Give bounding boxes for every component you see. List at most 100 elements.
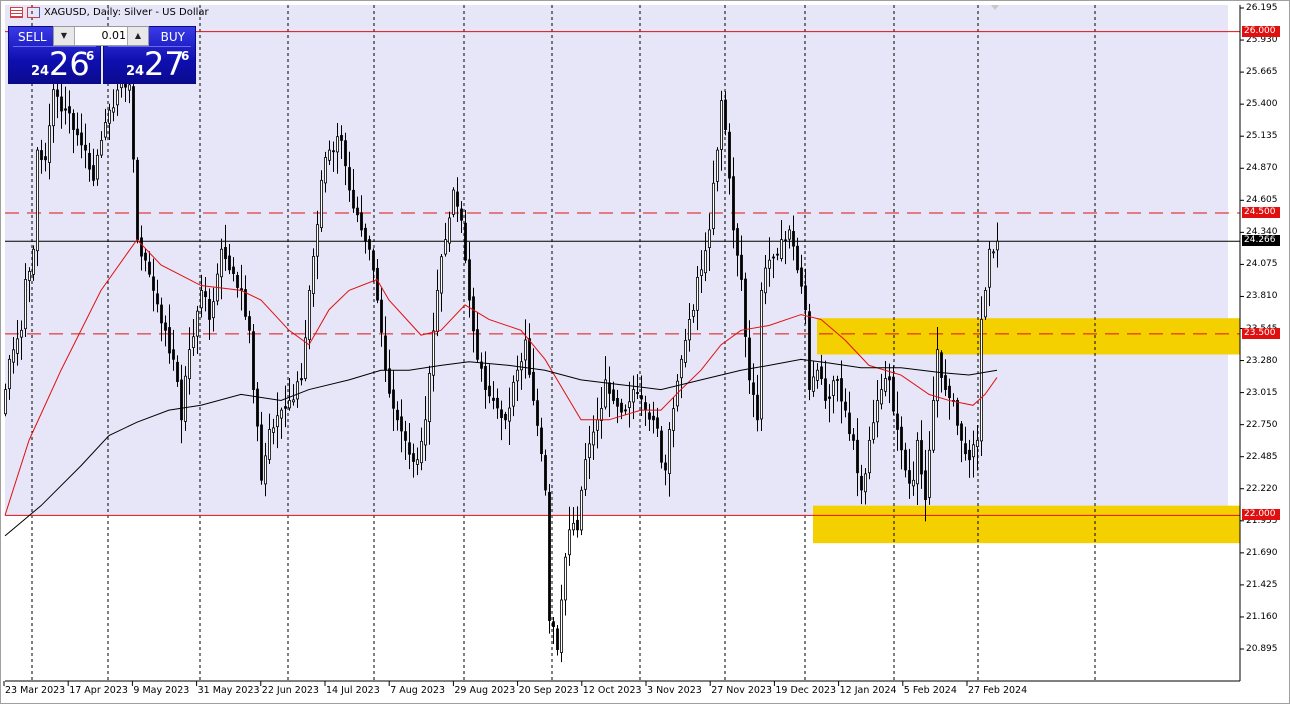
price-tick-label: 21.425 [1246,579,1278,590]
candle-body [532,371,535,401]
candle-body [608,382,611,394]
candle-body [336,136,339,153]
candle-body [376,267,379,301]
candle-body [672,408,675,431]
candle-body [720,100,723,150]
candle-body [80,132,83,146]
time-tick-label: 3 Nov 2023 [647,685,702,696]
candle-body [832,380,835,396]
candle-body [596,419,599,431]
candle-body [456,191,459,207]
candle-body [744,278,747,337]
candle-body [344,140,347,167]
candle-body [432,330,435,376]
candle-body [660,430,663,463]
candle-body [228,255,231,271]
lot-decrease-icon[interactable]: ▼ [54,27,75,45]
price-tick-label: 24.605 [1246,195,1278,206]
price-level-label: 22.000 [1242,509,1280,521]
candle [544,449,547,496]
candle-body [808,311,811,390]
candle-body [436,289,439,333]
candle-body [760,289,763,420]
candle-body [708,229,711,248]
candle-body [820,366,823,380]
candle-body [48,125,51,163]
candle-body [892,376,895,412]
candle-body [704,250,707,274]
candle-body [32,248,35,275]
candle-body [580,489,583,531]
chart-list-icon[interactable] [10,7,23,18]
candle-body [788,229,791,240]
candle-body [816,369,819,381]
candle-body [244,289,247,317]
candle [548,483,551,634]
candle-body [916,439,919,485]
candle-body [84,144,87,151]
lot-increase-icon[interactable]: ▲ [127,27,148,45]
candle-body [116,89,119,106]
candle-body [540,427,543,455]
candle [556,624,559,656]
price-tick-label: 26.195 [1246,3,1278,13]
price-chart[interactable] [0,0,1290,704]
one-click-trading-panel: SELL 24 26 6 BUY 24 27 6 ▼ 0.01 ▲ [8,26,196,84]
candle-body [444,239,447,255]
candle-body [16,338,19,354]
candle-body [20,329,23,338]
candle-body [360,212,363,231]
candle-body [264,455,267,485]
candle-body [776,253,779,256]
candle-body [544,455,547,491]
candle [760,282,763,432]
candle [552,617,555,644]
price-tick-label: 24.075 [1246,259,1278,270]
candle-body [752,382,755,395]
candle-body [484,366,487,390]
candle-body [924,470,927,501]
candle-body [972,444,975,458]
candle-body [900,426,903,451]
price-tick-label: 24.870 [1246,163,1278,174]
lot-size-stepper[interactable]: ▼ 0.01 ▲ [53,26,149,46]
candle-body [320,179,323,229]
candle-body [668,429,671,474]
candle [580,486,583,536]
support-resistance-zone [817,318,1240,355]
candle-body [632,389,635,403]
candle-body [332,150,335,153]
candle-body [880,389,883,405]
candle-body [284,406,287,409]
candle-body [968,449,971,461]
candle-body [520,361,523,371]
candle-body [884,378,887,392]
price-level-label: 24.500 [1242,206,1280,218]
candle-body [640,395,643,400]
price-tick-label: 20.895 [1246,644,1278,654]
candle-body [152,276,155,291]
candle-body [920,440,923,475]
candle-body [588,443,591,459]
candle-body [12,349,15,363]
sell-price-prefix: 24 [31,64,50,79]
candle-body [132,86,135,160]
candle-body [148,261,151,275]
price-tick-label: 25.665 [1246,67,1278,78]
candle [36,147,39,267]
candle-body [912,479,915,487]
price-level-label: 26.000 [1242,25,1280,37]
candle [452,187,455,218]
candle-body [64,108,67,111]
candle-body [248,316,251,331]
candle-body [868,439,871,474]
symbol-info-icon[interactable] [27,7,40,18]
candle-body [452,189,455,215]
candle-body [960,423,963,441]
candle-body [572,522,575,531]
candle-body [736,228,739,256]
candle-body [652,415,655,421]
lot-size-input[interactable]: 0.01 [76,29,127,42]
candle-body [712,182,715,230]
price-tick-label: 25.135 [1246,131,1278,142]
